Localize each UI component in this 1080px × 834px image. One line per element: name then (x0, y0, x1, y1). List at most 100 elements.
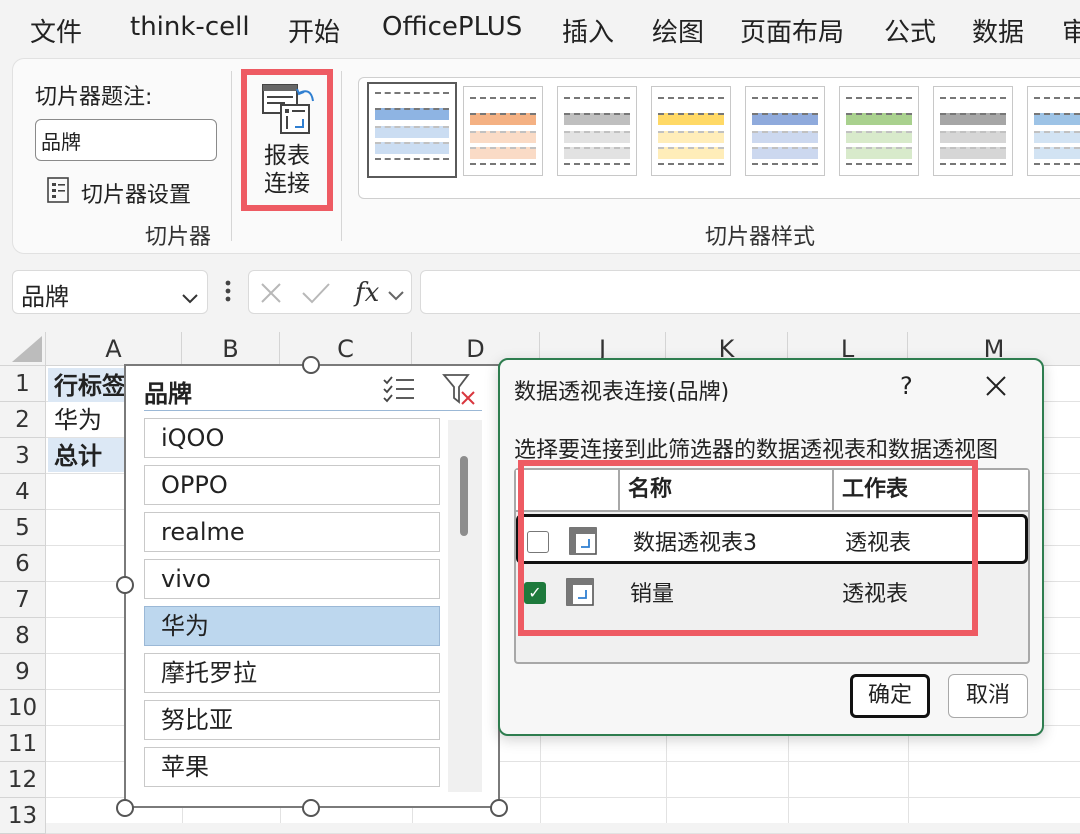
swatch-stripe (752, 147, 818, 159)
slicer-scrollbar[interactable] (448, 420, 482, 792)
row-header-1[interactable]: 1 (0, 366, 46, 402)
brand-slicer[interactable]: 品牌 iQOO OPPO realme vivo 华为 摩托罗拉 努比亚 苹果 (124, 364, 500, 808)
resize-handle[interactable] (302, 356, 320, 374)
swatch-stripe (658, 163, 724, 175)
swatch-stripe (470, 131, 536, 143)
swatch-stripe (564, 131, 630, 143)
swatch-stripe (470, 163, 536, 175)
slicer-group-label: 切片器 (145, 225, 212, 250)
tab-review[interactable]: 审 (1062, 12, 1080, 49)
row-header-13[interactable]: 13 (0, 798, 46, 834)
more-options-icon[interactable] (224, 278, 232, 308)
select-all-corner[interactable] (0, 332, 46, 366)
cancel-button[interactable]: 取消 (948, 674, 1028, 718)
name-box-value: 品牌 (21, 283, 69, 311)
swatch-stripe (846, 147, 912, 159)
row-header-7[interactable]: 7 (0, 582, 46, 618)
swatch-stripe (846, 131, 912, 143)
swatch-stripe (375, 108, 449, 120)
multi-select-icon[interactable] (382, 374, 416, 408)
ok-button[interactable]: 确定 (850, 674, 930, 718)
swatch-stripe (752, 131, 818, 143)
column-header-c[interactable]: C (280, 332, 412, 366)
tab-data[interactable]: 数据 (972, 12, 1024, 49)
swatch-stripe (375, 126, 449, 138)
swatch-stripe (1034, 131, 1080, 143)
row-header-4[interactable]: 4 (0, 474, 46, 510)
clear-filter-icon[interactable] (442, 372, 478, 410)
tab-think-cell[interactable]: think-cell (130, 12, 250, 42)
swatch-stripe (846, 113, 912, 125)
row-header-6[interactable]: 6 (0, 546, 46, 582)
swatch-stripe (1034, 163, 1080, 175)
report-connections-label-1: 报表 (264, 143, 310, 169)
slicer-item[interactable]: 摩托罗拉 (144, 653, 440, 693)
help-button[interactable]: ? (900, 372, 913, 400)
slicer-style-swatch[interactable] (933, 86, 1013, 176)
slicer-item[interactable]: 苹果 (144, 747, 440, 787)
formula-input[interactable] (420, 270, 1080, 314)
slicer-header-divider (144, 410, 482, 411)
swatch-stripe (1034, 147, 1080, 159)
row-header-11[interactable]: 11 (0, 726, 46, 762)
tab-formulas[interactable]: 公式 (884, 12, 936, 49)
slicer-item[interactable]: OPPO (144, 465, 440, 505)
row-header-2[interactable]: 2 (0, 402, 46, 438)
row-header-8[interactable]: 8 (0, 618, 46, 654)
row-header-10[interactable]: 10 (0, 690, 46, 726)
swatch-stripe (564, 147, 630, 159)
slicer-settings-button[interactable]: 切片器设置 (47, 175, 191, 211)
slicer-item[interactable]: iQOO (144, 418, 440, 458)
slicer-style-swatch[interactable] (839, 86, 919, 176)
slicer-style-swatch[interactable] (557, 86, 637, 176)
slicer-style-swatch[interactable] (651, 86, 731, 176)
slicer-settings-label: 切片器设置 (81, 183, 192, 208)
row-header-9[interactable]: 9 (0, 654, 46, 690)
report-connections-button[interactable]: 报表 连接 (241, 69, 333, 211)
chevron-down-icon[interactable] (181, 283, 199, 311)
column-header-a[interactable]: A (46, 332, 182, 366)
tab-officeplus[interactable]: OfficePLUS (382, 12, 522, 42)
slicer-style-swatch[interactable] (1027, 86, 1080, 176)
slicer-item[interactable]: vivo (144, 559, 440, 599)
tab-home[interactable]: 开始 (288, 12, 340, 49)
insert-function-icon[interactable]: fx (353, 277, 385, 311)
swatch-stripe (1034, 97, 1080, 109)
slicer-styles-group-label: 切片器样式 (705, 225, 816, 250)
resize-handle[interactable] (490, 799, 508, 817)
resize-handle[interactable] (302, 799, 320, 817)
cancel-icon[interactable] (259, 281, 283, 309)
slicer-item[interactable]: realme (144, 512, 440, 552)
swatch-stripe (940, 113, 1006, 125)
slicer-item[interactable]: 努比亚 (144, 700, 440, 740)
swatch-stripe (564, 97, 630, 109)
tab-insert[interactable]: 插入 (562, 12, 614, 49)
ribbon-divider (231, 71, 232, 241)
row-header-5[interactable]: 5 (0, 510, 46, 546)
slicer-style-swatch[interactable] (367, 82, 457, 178)
tab-draw[interactable]: 绘图 (652, 12, 704, 49)
slicer-style-swatch[interactable] (463, 86, 543, 176)
tab-page-layout[interactable]: 页面布局 (740, 12, 844, 49)
swatch-stripe (658, 97, 724, 109)
swatch-stripe (375, 158, 449, 170)
slicer-item[interactable]: 华为 (144, 606, 440, 646)
tab-file[interactable]: 文件 (30, 12, 82, 49)
row-header-12[interactable]: 12 (0, 762, 46, 798)
slicer-caption-input[interactable] (35, 119, 217, 161)
chevron-down-icon[interactable] (387, 287, 405, 306)
close-icon[interactable] (984, 374, 1008, 402)
swatch-stripe (564, 113, 630, 125)
slicer-style-swatch[interactable] (745, 86, 825, 176)
report-connections-icon (261, 81, 317, 141)
column-header-b[interactable]: B (182, 332, 280, 366)
resize-handle[interactable] (116, 576, 134, 594)
slicer-scroll-thumb[interactable] (460, 456, 468, 536)
dialog-title: 数据透视表连接(品牌) (514, 380, 730, 405)
swatch-stripe (940, 147, 1006, 159)
name-box[interactable]: 品牌 (12, 270, 208, 314)
resize-handle[interactable] (116, 799, 134, 817)
row-header-3[interactable]: 3 (0, 438, 46, 474)
enter-icon[interactable] (301, 281, 331, 309)
swatch-stripe (470, 147, 536, 159)
